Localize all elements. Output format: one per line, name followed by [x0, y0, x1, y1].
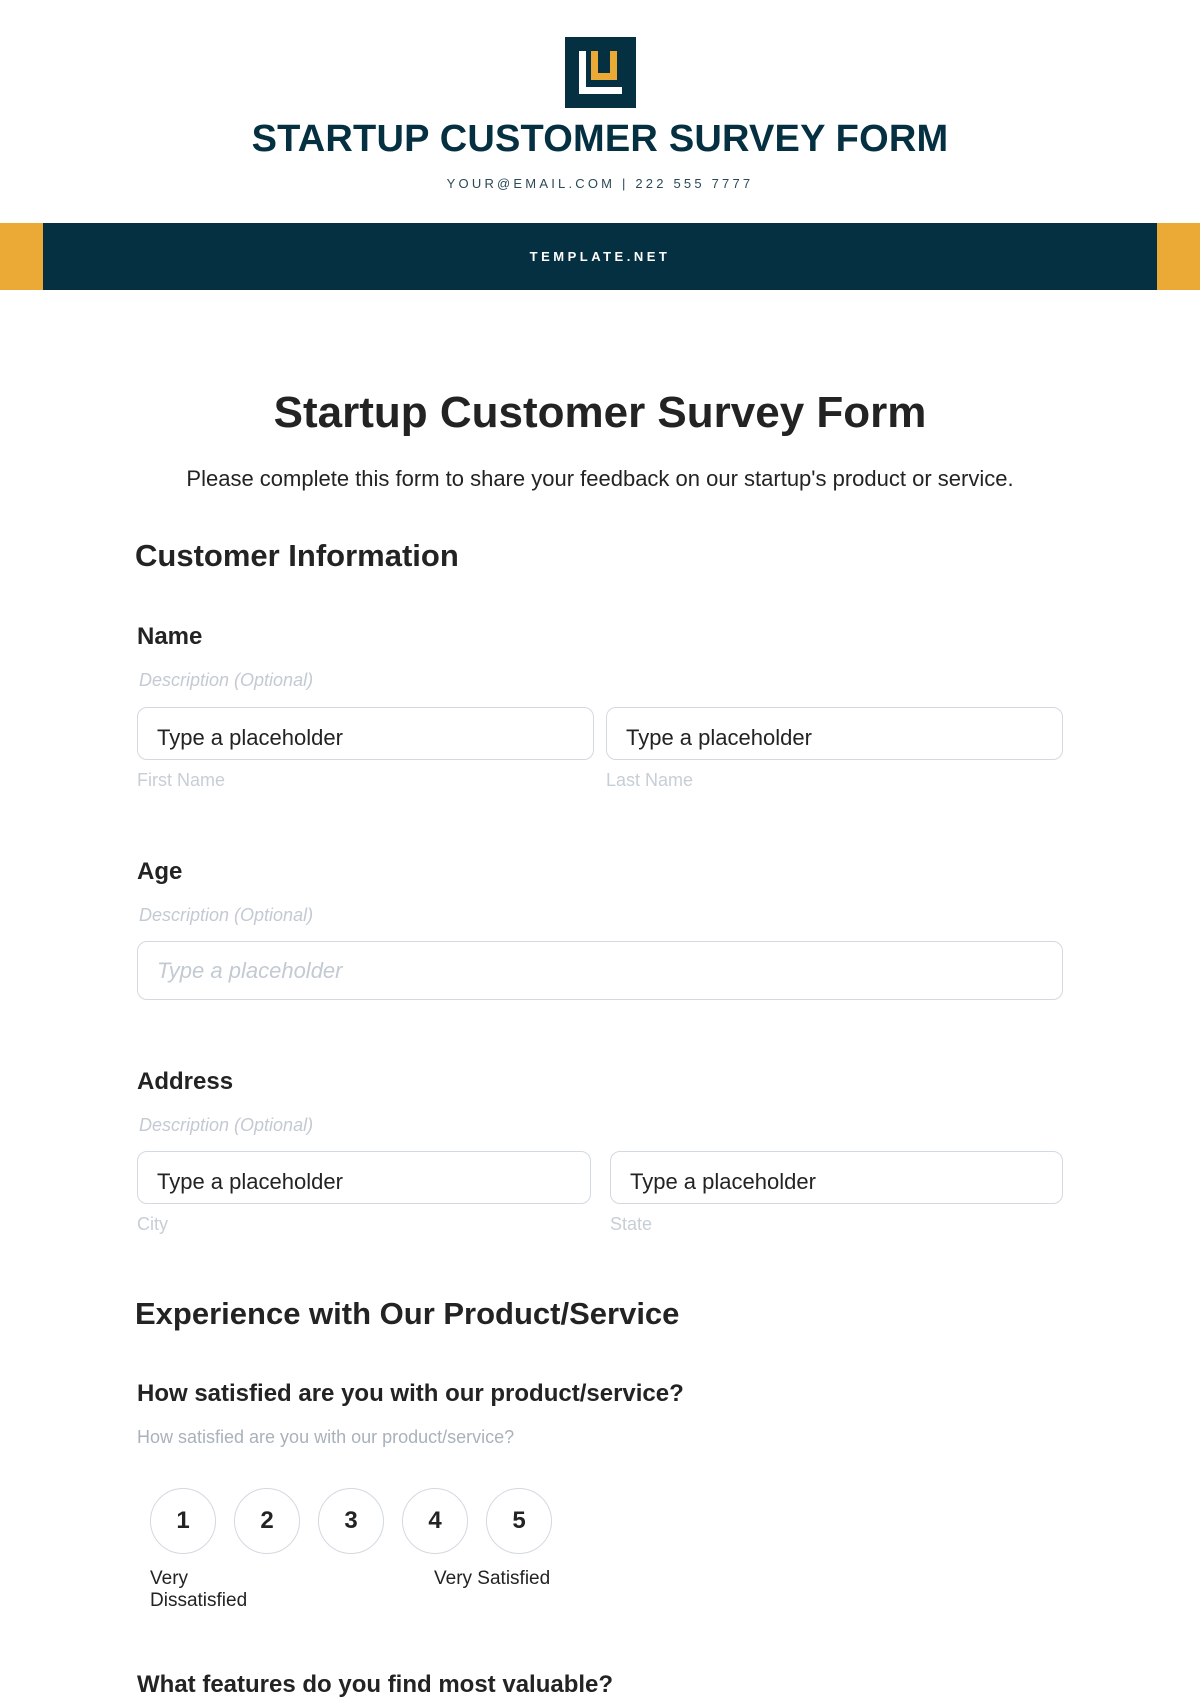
scale-high-label: Very Satisfied: [434, 1568, 551, 1589]
field-label-age: Age: [137, 858, 183, 885]
field-description-address: Description (Optional): [139, 1115, 314, 1135]
brand-title: STARTUP CUSTOMER SURVEY FORM: [251, 118, 949, 160]
question-satisfaction-help: How satisfied are you with our product/s…: [137, 1427, 515, 1447]
question-satisfaction: How satisfied are you with our product/s…: [137, 1380, 684, 1407]
form-description: Please complete this form to share your …: [186, 466, 1014, 491]
rating-option-1[interactable]: 1: [150, 1488, 216, 1554]
rating-option-2[interactable]: 2: [234, 1488, 300, 1554]
question-features: What features do you find most valuable?: [137, 1671, 614, 1698]
section-title-customer-info: Customer Information: [135, 538, 459, 573]
city-sublabel: City: [137, 1214, 168, 1234]
last-name-sublabel: Last Name: [606, 770, 694, 790]
band-text: TEMPLATE.NET: [529, 249, 671, 264]
section-title-experience: Experience with Our Product/Service: [135, 1296, 680, 1331]
state-input[interactable]: Type a placeholder: [610, 1151, 1063, 1204]
first-name-input[interactable]: Type a placeholder: [137, 707, 594, 760]
state-sublabel: State: [610, 1214, 653, 1234]
form-title: Startup Customer Survey Form: [273, 388, 927, 437]
field-label-address: Address: [137, 1068, 234, 1095]
last-name-input[interactable]: Type a placeholder: [606, 707, 1063, 760]
age-input[interactable]: Type a placeholder: [137, 941, 1063, 1000]
field-description-age: Description (Optional): [139, 905, 314, 925]
field-label-name: Name: [137, 623, 203, 650]
rating-option-3[interactable]: 3: [318, 1488, 384, 1554]
rating-option-4[interactable]: 4: [402, 1488, 468, 1554]
brand-logo-icon: [565, 37, 636, 108]
header-band: TEMPLATE.NET: [0, 223, 1200, 290]
scale-low-label: Very Dissatisfied: [150, 1568, 248, 1611]
band-accent-right: [1157, 223, 1200, 290]
contact-info: YOUR@EMAIL.COM | 222 555 7777: [446, 176, 754, 191]
first-name-sublabel: First Name: [137, 770, 226, 790]
city-input[interactable]: Type a placeholder: [137, 1151, 591, 1204]
rating-option-5[interactable]: 5: [486, 1488, 552, 1554]
field-description-name: Description (Optional): [139, 670, 314, 690]
